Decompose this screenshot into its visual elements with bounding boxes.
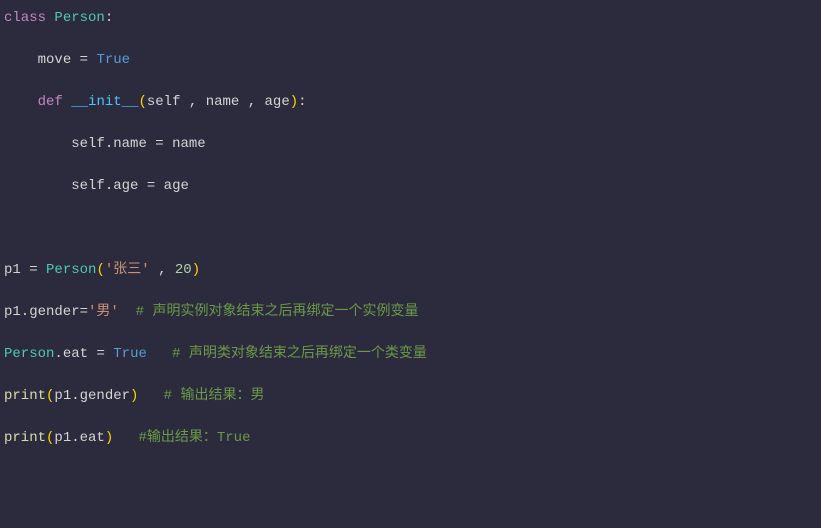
blank-line [4, 365, 817, 386]
indent [4, 94, 38, 110]
magic-method: __init__ [71, 94, 138, 110]
comment: # 声明实例对象结束之后再绑定一个实例变量 [136, 304, 419, 320]
dot: . [105, 136, 113, 152]
operator: = [138, 178, 163, 194]
number-literal: 20 [175, 262, 192, 278]
comment: #输出结果：True [138, 430, 250, 446]
rparen: ) [290, 94, 298, 110]
variable: age [164, 178, 189, 194]
string-literal: '张三' [105, 262, 150, 278]
class-name: Person [54, 10, 104, 26]
class-ref: Person [4, 346, 54, 362]
operator: = [147, 136, 172, 152]
builtin-fn: print [4, 388, 46, 404]
code-line-13: p1 = Person('张三' , 20) [4, 260, 817, 281]
variable: move [38, 52, 72, 68]
colon: : [105, 10, 113, 26]
argument: p1.gender [54, 388, 130, 404]
indent [4, 136, 71, 152]
param-age: age [265, 94, 290, 110]
code-line-5: def __init__(self , name , age): [4, 92, 817, 113]
blank-line [4, 71, 817, 92]
blank-line [4, 197, 817, 218]
code-line-15: p1.gender='男' # 声明实例对象结束之后再绑定一个实例变量 [4, 302, 817, 323]
code-line-21: print(p1.eat) #输出结果：True [4, 428, 817, 449]
code-line-3: move = True [4, 50, 817, 71]
operator: = [71, 52, 96, 68]
indent [4, 52, 38, 68]
colon: : [298, 94, 306, 110]
code-line-17: Person.eat = True # 声明类对象结束之后再绑定一个类变量 [4, 344, 817, 365]
code-line-19: print(p1.gender) # 输出结果：男 [4, 386, 817, 407]
lparen: ( [96, 262, 104, 278]
bool-literal: True [96, 52, 130, 68]
bool-literal: True [113, 346, 147, 362]
builtin-fn: print [4, 430, 46, 446]
param-self: self [147, 94, 181, 110]
comment: # 声明类对象结束之后再绑定一个类变量 [172, 346, 427, 362]
rparen: ) [192, 262, 200, 278]
operator: = [88, 346, 113, 362]
blank-line [4, 29, 817, 50]
code-line-7: self.name = name [4, 134, 817, 155]
comment: # 输出结果：男 [164, 388, 265, 404]
self: self [71, 136, 105, 152]
rparen: ) [105, 430, 113, 446]
code-line-9: self.age = age [4, 176, 817, 197]
code-editor[interactable]: class Person: move = True def __init__(s… [4, 8, 817, 449]
blank-line [4, 218, 817, 239]
blank-line [4, 407, 817, 428]
dot: . [105, 178, 113, 194]
blank-line [4, 113, 817, 134]
indent [4, 178, 71, 194]
argument: p1.eat [54, 430, 104, 446]
keyword-def: def [38, 94, 63, 110]
variable: name [172, 136, 206, 152]
comma: , [180, 94, 205, 110]
string-literal: '男' [88, 304, 119, 320]
blank-line [4, 239, 817, 260]
class-ref: Person [46, 262, 96, 278]
param-name: name [206, 94, 240, 110]
dot: . [54, 346, 62, 362]
lparen: ( [138, 94, 146, 110]
variable: p1 [4, 262, 21, 278]
attr: eat [63, 346, 88, 362]
blank-line [4, 323, 817, 344]
assignment: p1.gender= [4, 304, 88, 320]
comma: , [239, 94, 264, 110]
code-line-1: class Person: [4, 8, 817, 29]
attr: age [113, 178, 138, 194]
operator: = [21, 262, 46, 278]
attr: name [113, 136, 147, 152]
comma: , [150, 262, 175, 278]
keyword-class: class [4, 10, 46, 26]
blank-line [4, 155, 817, 176]
self: self [71, 178, 105, 194]
blank-line [4, 281, 817, 302]
